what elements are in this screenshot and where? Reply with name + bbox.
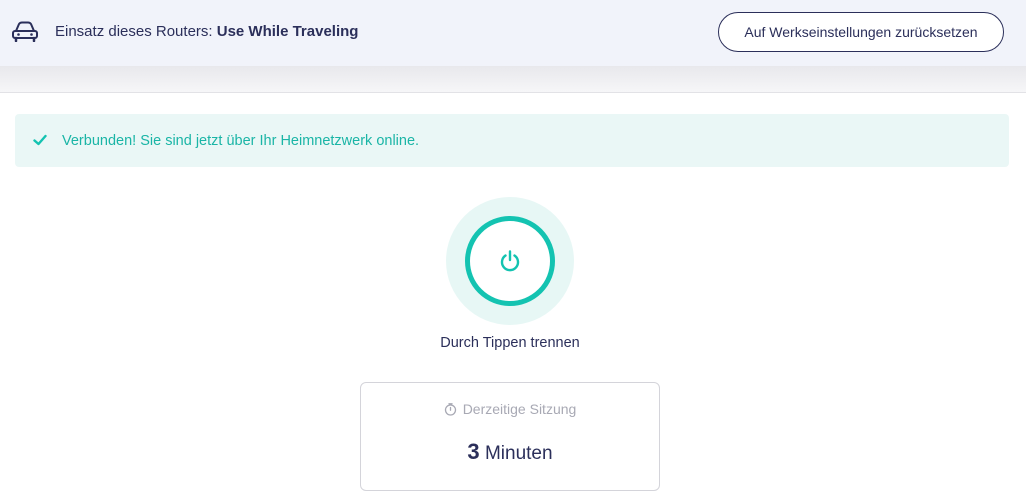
- router-usage-value: Use While Traveling: [216, 23, 359, 40]
- session-card: Derzeitige Sitzung 3 Minuten: [360, 382, 660, 491]
- power-ring: [465, 216, 555, 306]
- router-usage-label: Einsatz dieses Routers: Use While Travel…: [55, 23, 358, 40]
- disconnect-label: Durch Tippen trennen: [440, 335, 580, 351]
- router-usage-prefix: Einsatz dieses Routers:: [55, 23, 213, 40]
- session-duration-value: 3: [467, 439, 480, 464]
- connection-alert: Verbunden! Sie sind jetzt über Ihr Heimn…: [15, 114, 1009, 167]
- top-bar: Einsatz dieses Routers: Use While Travel…: [0, 0, 1026, 66]
- timer-icon: [444, 402, 456, 416]
- connection-alert-text: Verbunden! Sie sind jetzt über Ihr Heimn…: [62, 133, 420, 149]
- session-header: Derzeitige Sitzung: [361, 401, 659, 417]
- power-icon: [500, 250, 520, 272]
- car-icon: [12, 21, 38, 42]
- session-duration: 3 Minuten: [361, 439, 659, 465]
- check-icon: [33, 134, 47, 146]
- factory-reset-button[interactable]: Auf Werkseinstellungen zurücksetzen: [718, 12, 1004, 52]
- disconnect-power-button[interactable]: [446, 197, 574, 325]
- session-duration-unit: Minuten: [484, 443, 553, 464]
- header-divider: [0, 66, 1026, 93]
- session-title: Derzeitige Sitzung: [462, 401, 577, 417]
